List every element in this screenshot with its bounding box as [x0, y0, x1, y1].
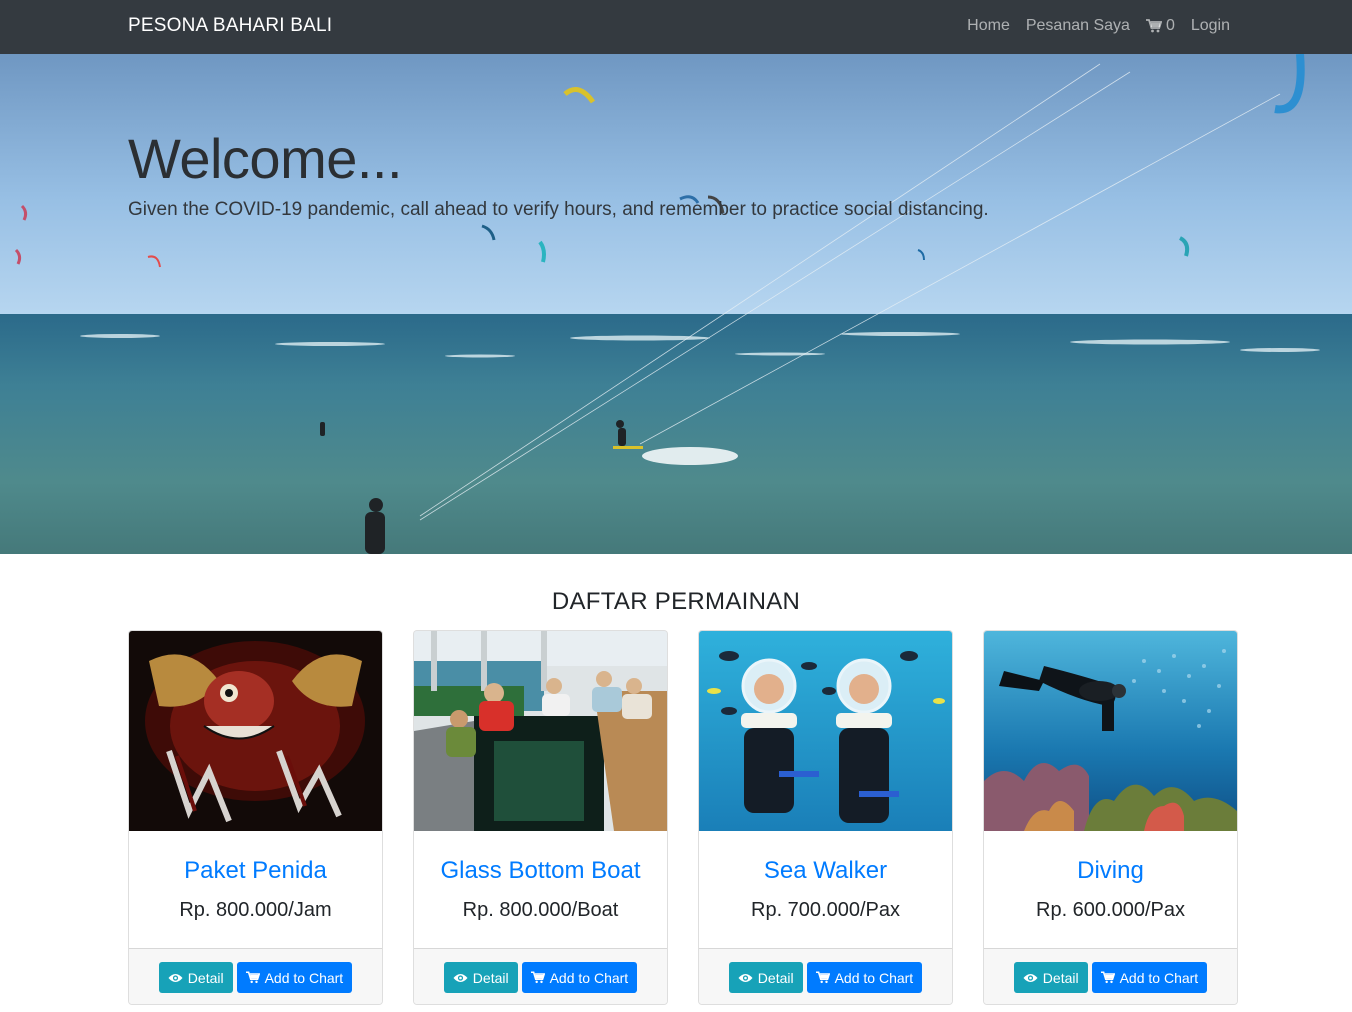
- product-grid: Paket Penida Rp. 800.000/Jam Detail Add …: [128, 630, 1238, 1005]
- eye-icon: [738, 973, 753, 982]
- add-to-chart-button[interactable]: Add to Chart: [1091, 962, 1208, 993]
- cart-icon: [530, 971, 545, 984]
- add-to-chart-label: Add to Chart: [1119, 969, 1199, 986]
- product-card: Glass Bottom Boat Rp. 800.000/Boat Detai…: [413, 630, 668, 1005]
- product-name[interactable]: Diving: [984, 857, 1237, 885]
- product-name[interactable]: Glass Bottom Boat: [414, 857, 667, 885]
- product-name[interactable]: Paket Penida: [129, 857, 382, 885]
- add-to-chart-button[interactable]: Add to Chart: [521, 962, 638, 993]
- eye-icon: [1023, 973, 1038, 982]
- add-to-chart-button[interactable]: Add to Chart: [236, 962, 353, 993]
- cart-icon: [245, 971, 260, 984]
- nav-orders-link[interactable]: Pesanan Saya: [1026, 17, 1130, 35]
- navbar: PESONA BAHARI BALI Home Pesanan Saya 0 L…: [0, 0, 1352, 54]
- cart-icon: [1145, 19, 1162, 33]
- detail-label: Detail: [472, 969, 509, 986]
- card-footer: Detail Add to Chart: [129, 948, 382, 1004]
- section-title: DAFTAR PERMAINAN: [551, 588, 801, 615]
- eye-icon: [168, 973, 183, 982]
- cart-icon: [1100, 971, 1115, 984]
- hero-jumbotron: Welcome... Given the COVID-19 pandemic, …: [0, 54, 1352, 554]
- detail-label: Detail: [187, 969, 224, 986]
- detail-button[interactable]: Detail: [443, 962, 518, 993]
- eye-icon: [453, 973, 468, 982]
- add-to-chart-button[interactable]: Add to Chart: [806, 962, 923, 993]
- product-image-glass-boat: [414, 631, 667, 831]
- add-to-chart-label: Add to Chart: [834, 969, 914, 986]
- cart-count: 0: [1165, 17, 1175, 34]
- detail-button[interactable]: Detail: [1013, 962, 1088, 993]
- detail-button[interactable]: Detail: [728, 962, 803, 993]
- brand-logo[interactable]: PESONA BAHARI BALI: [128, 15, 332, 37]
- cart-icon: [815, 971, 830, 984]
- add-to-chart-label: Add to Chart: [264, 969, 344, 986]
- product-image-barong: [129, 631, 382, 831]
- card-footer: Detail Add to Chart: [414, 948, 667, 1004]
- nav-links: Home Pesanan Saya 0 Login: [967, 17, 1230, 35]
- product-card: Sea Walker Rp. 700.000/Pax Detail Add to…: [698, 630, 953, 1005]
- nav-login-link[interactable]: Login: [1191, 17, 1230, 35]
- product-image-sea-walker: [699, 631, 952, 831]
- hero-title: Welcome...: [128, 127, 403, 190]
- card-footer: Detail Add to Chart: [984, 948, 1237, 1004]
- detail-label: Detail: [757, 969, 794, 986]
- nav-home-link[interactable]: Home: [967, 17, 1010, 35]
- add-to-chart-label: Add to Chart: [549, 969, 629, 986]
- detail-label: Detail: [1042, 969, 1079, 986]
- product-card: Paket Penida Rp. 800.000/Jam Detail Add …: [128, 630, 383, 1005]
- card-footer: Detail Add to Chart: [699, 948, 952, 1004]
- product-price: Rp. 800.000/Boat: [462, 899, 619, 921]
- product-name[interactable]: Sea Walker: [699, 857, 952, 885]
- nav-cart-link[interactable]: 0: [1145, 17, 1175, 35]
- hero-subtitle: Given the COVID-19 pandemic, call ahead …: [128, 199, 989, 220]
- detail-button[interactable]: Detail: [158, 962, 233, 993]
- product-card: Diving Rp. 600.000/Pax Detail Add to Cha…: [983, 630, 1238, 1005]
- product-price: Rp. 700.000/Pax: [751, 899, 900, 921]
- product-price: Rp. 600.000/Pax: [1036, 899, 1185, 921]
- product-image-diving: [984, 631, 1237, 831]
- product-price: Rp. 800.000/Jam: [179, 899, 332, 921]
